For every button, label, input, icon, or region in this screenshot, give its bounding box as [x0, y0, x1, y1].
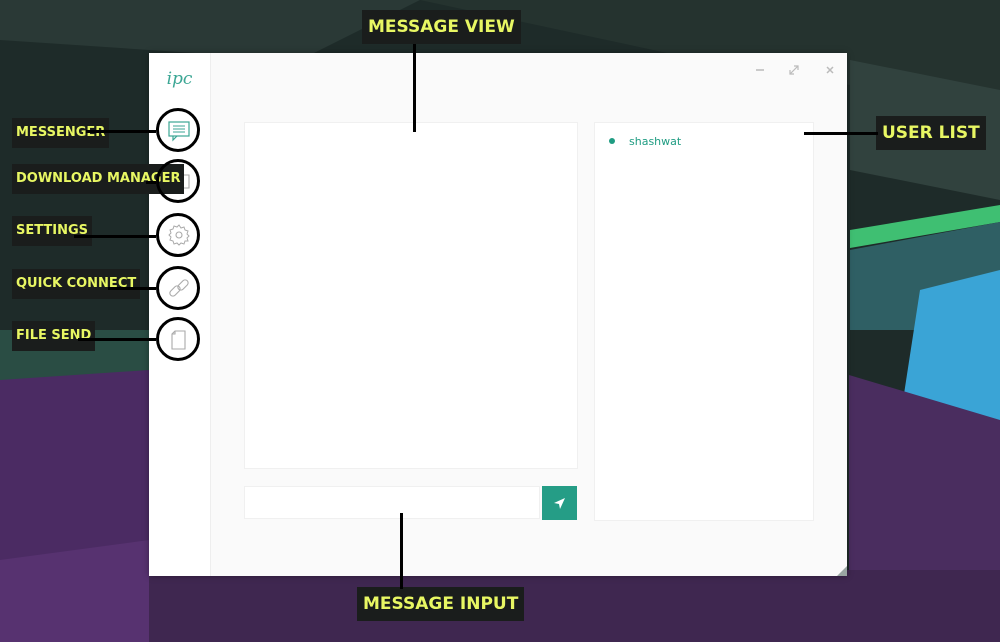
close-button[interactable]: [823, 62, 837, 76]
close-icon: [826, 66, 834, 74]
annotation-circle: [156, 108, 200, 152]
annotation-pointer: [146, 181, 156, 184]
message-input[interactable]: [244, 486, 540, 519]
user-list-item[interactable]: shashwat: [609, 133, 681, 149]
annotation-pointer: [74, 235, 156, 238]
annotation-pointer: [804, 132, 878, 135]
annotation-message-input: MESSAGE INPUT: [357, 587, 525, 621]
minimize-button[interactable]: [753, 62, 767, 76]
annotation-circle: [156, 266, 200, 310]
online-status-dot: [609, 138, 615, 144]
user-list: shashwat: [594, 122, 814, 521]
message-view: [244, 122, 578, 469]
annotation-messenger: MESSENGER: [12, 118, 110, 148]
annotation-message-view: MESSAGE VIEW: [362, 10, 521, 44]
maximize-button[interactable]: [787, 62, 801, 76]
annotation-settings: SETTINGS: [12, 216, 93, 246]
annotation-file-send: FILE SEND: [12, 321, 96, 351]
send-icon: [554, 498, 565, 509]
resize-grip-icon[interactable]: [837, 566, 847, 576]
app-window: ipc shashwat: [149, 53, 847, 576]
send-button[interactable]: [542, 486, 577, 520]
annotation-pointer: [108, 287, 156, 290]
app-logo: ipc: [166, 69, 193, 89]
maximize-icon: [789, 65, 799, 75]
annotation-pointer: [86, 130, 156, 133]
annotation-circle: [156, 159, 200, 203]
annotation-pointer: [413, 44, 416, 132]
user-name: shashwat: [629, 134, 682, 148]
annotation-circle: [156, 317, 200, 361]
annotation-pointer: [400, 513, 403, 589]
annotation-user-list: USER LIST: [876, 116, 986, 150]
annotation-quick-connect: QUICK CONNECT: [12, 269, 141, 299]
minimize-icon: [756, 69, 764, 71]
annotation-pointer: [78, 338, 156, 341]
annotation-circle: [156, 213, 200, 257]
